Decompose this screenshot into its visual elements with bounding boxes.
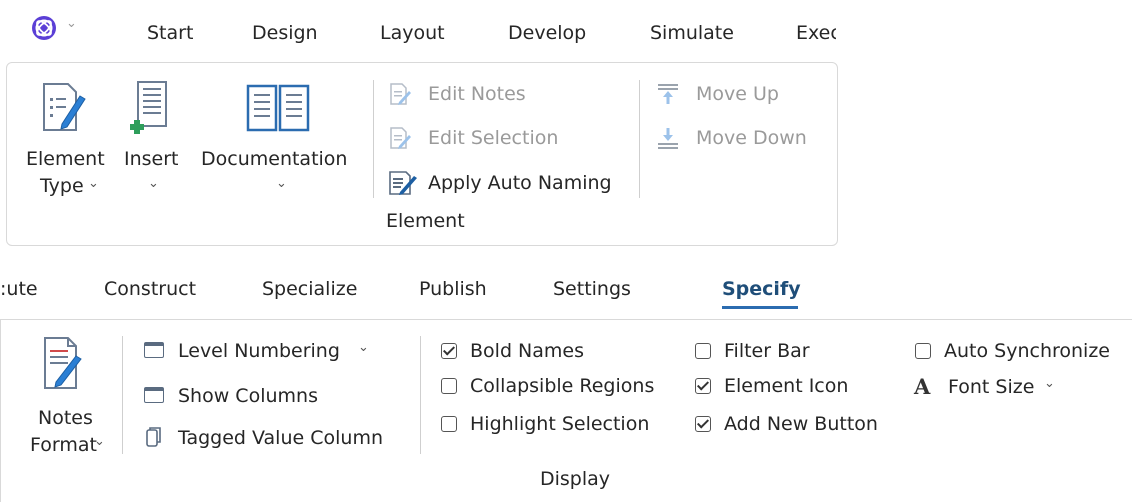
tab-specialize[interactable]: Specialize bbox=[262, 277, 357, 301]
window-icon bbox=[144, 387, 164, 403]
edit-selection-button[interactable]: Edit Selection bbox=[386, 124, 586, 152]
collapsible-regions-label: Collapsible Regions bbox=[470, 375, 655, 397]
tab-simulate[interactable]: Simulate bbox=[650, 21, 734, 45]
level-numbering-label: Level Numbering bbox=[178, 340, 340, 362]
tab-execute-partial[interactable]: :ute bbox=[0, 277, 38, 301]
apply-auto-naming-button[interactable]: Apply Auto Naming bbox=[386, 168, 632, 198]
checkbox-unchecked-icon bbox=[441, 378, 457, 394]
chevron-down-icon: ⌄ bbox=[94, 434, 105, 449]
chevron-down-icon: ⌄ bbox=[1044, 376, 1055, 391]
group-label-display: Display bbox=[540, 468, 611, 490]
chevron-down-icon: ⌄ bbox=[148, 176, 159, 191]
auto-synchronize-label: Auto Synchronize bbox=[944, 340, 1110, 362]
book-icon bbox=[246, 84, 310, 132]
tab-execute-partial[interactable]: Exec bbox=[796, 21, 836, 45]
active-tab-indicator bbox=[722, 306, 798, 309]
move-up-icon bbox=[658, 84, 678, 104]
tagged-value-column-label: Tagged Value Column bbox=[178, 427, 383, 449]
element-type-button[interactable]: Element Type ⌄ bbox=[24, 80, 116, 202]
font-size-icon: A bbox=[914, 374, 931, 399]
edit-selection-icon bbox=[390, 127, 411, 149]
chevron-down-icon: ⌄ bbox=[88, 176, 99, 191]
auto-naming-icon bbox=[389, 171, 417, 195]
highlight-selection-label: Highlight Selection bbox=[470, 413, 650, 435]
tab-design[interactable]: Design bbox=[252, 21, 318, 45]
bold-names-label: Bold Names bbox=[470, 340, 584, 362]
app-logo-button[interactable]: ⌄ bbox=[30, 14, 82, 44]
checkbox-checked-icon bbox=[695, 416, 711, 432]
documentation-button[interactable]: Documentation ⌄ bbox=[200, 80, 364, 202]
divider bbox=[420, 336, 421, 454]
filter-bar-label: Filter Bar bbox=[724, 340, 810, 362]
notes-format-button[interactable]: Notes Format ⌄ bbox=[30, 336, 116, 466]
edit-notes-button[interactable]: Edit Notes bbox=[386, 80, 546, 108]
notes-format-label-line1: Notes bbox=[38, 407, 93, 429]
show-columns-label: Show Columns bbox=[178, 385, 318, 407]
element-type-label-line2: Type bbox=[40, 175, 84, 197]
filter-bar-checkbox[interactable]: Filter Bar bbox=[694, 338, 844, 364]
window-icon bbox=[144, 342, 164, 358]
notes-format-label-line2: Format bbox=[30, 434, 97, 456]
insert-label: Insert bbox=[124, 148, 179, 170]
auto-synchronize-checkbox[interactable]: Auto Synchronize bbox=[914, 338, 1130, 364]
bold-names-checkbox[interactable]: Bold Names bbox=[440, 338, 610, 364]
level-numbering-dropdown[interactable]: Level Numbering ⌄ bbox=[140, 338, 369, 364]
divider bbox=[122, 336, 123, 454]
app-logo-icon bbox=[32, 16, 56, 40]
font-size-dropdown[interactable]: A Font Size ⌄ bbox=[914, 374, 1064, 400]
add-new-button-label: Add New Button bbox=[724, 413, 878, 435]
move-down-icon bbox=[658, 128, 678, 149]
font-size-label: Font Size bbox=[948, 376, 1035, 398]
checkbox-checked-icon bbox=[441, 343, 457, 359]
group-label-element: Element bbox=[386, 210, 465, 232]
chevron-down-icon: ⌄ bbox=[358, 340, 369, 355]
divider bbox=[373, 80, 374, 198]
tab-start[interactable]: Start bbox=[147, 21, 193, 45]
show-columns-button[interactable]: Show Columns bbox=[140, 383, 340, 409]
apply-auto-naming-label: Apply Auto Naming bbox=[428, 172, 612, 194]
highlight-selection-checkbox[interactable]: Highlight Selection bbox=[440, 411, 680, 437]
tab-layout[interactable]: Layout bbox=[380, 21, 445, 45]
notes-format-icon bbox=[44, 337, 82, 389]
tab-settings[interactable]: Settings bbox=[553, 277, 631, 301]
move-down-label: Move Down bbox=[696, 127, 807, 149]
collapsible-regions-checkbox[interactable]: Collapsible Regions bbox=[440, 373, 680, 399]
chevron-down-icon: ⌄ bbox=[276, 176, 287, 191]
element-icon-label: Element Icon bbox=[724, 375, 849, 397]
documentation-label: Documentation bbox=[201, 148, 348, 170]
tagged-value-column-button[interactable]: Tagged Value Column bbox=[140, 425, 406, 451]
tab-develop[interactable]: Develop bbox=[508, 21, 586, 45]
edit-notes-label: Edit Notes bbox=[428, 83, 526, 105]
insert-button[interactable]: Insert ⌄ bbox=[122, 80, 186, 202]
checkbox-unchecked-icon bbox=[695, 343, 711, 359]
element-type-label-line1: Element bbox=[26, 148, 105, 170]
edit-selection-label: Edit Selection bbox=[428, 127, 559, 149]
element-type-icon bbox=[43, 83, 86, 131]
checkbox-checked-icon bbox=[695, 378, 711, 394]
move-up-button[interactable]: Move Up bbox=[654, 80, 804, 108]
element-icon-checkbox[interactable]: Element Icon bbox=[694, 373, 874, 399]
checkbox-unchecked-icon bbox=[915, 343, 931, 359]
edit-notes-icon bbox=[390, 83, 411, 105]
tab-construct[interactable]: Construct bbox=[104, 277, 196, 301]
divider bbox=[639, 80, 640, 198]
move-up-label: Move Up bbox=[696, 83, 779, 105]
tab-specify[interactable]: Specify bbox=[722, 277, 801, 301]
tab-publish[interactable]: Publish bbox=[419, 277, 487, 301]
checkbox-unchecked-icon bbox=[441, 416, 457, 432]
tagged-value-icon bbox=[146, 427, 161, 447]
chevron-down-icon: ⌄ bbox=[66, 16, 77, 31]
add-new-button-checkbox[interactable]: Add New Button bbox=[694, 411, 904, 437]
insert-icon bbox=[130, 81, 167, 134]
move-down-button[interactable]: Move Down bbox=[654, 124, 824, 152]
